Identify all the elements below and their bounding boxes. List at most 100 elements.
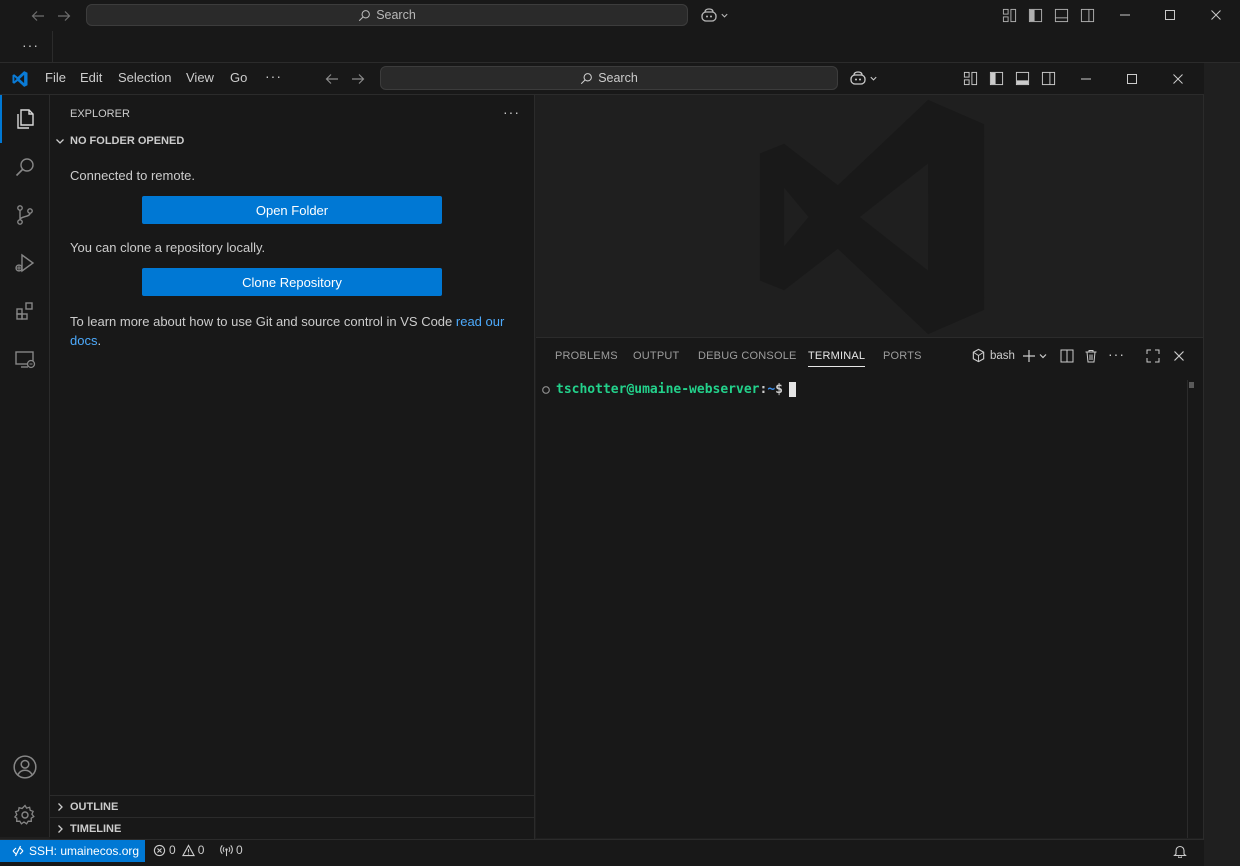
warning-icon [181, 843, 195, 856]
outer-toggle-sidebar-icon[interactable] [1028, 8, 1043, 23]
menu-go[interactable]: Go [230, 70, 247, 85]
back-arrow-icon[interactable] [324, 71, 340, 87]
timeline-section-header[interactable]: TIMELINE [50, 817, 534, 839]
prompt-user-host: tschotter@umaine-webserver [556, 382, 760, 397]
outer-close-icon[interactable] [1209, 8, 1223, 22]
panel-more-button[interactable]: ··· [1108, 346, 1125, 362]
tab-problems[interactable]: PROBLEMS [555, 350, 618, 362]
prompt-symbol: $ [775, 382, 783, 397]
maximize-icon[interactable] [1125, 72, 1139, 86]
vscode-watermark-logo-icon [750, 95, 994, 337]
tab-ports[interactable]: PORTS [883, 350, 922, 362]
clone-repository-button[interactable]: Clone Repository [142, 268, 442, 296]
maximize-panel-icon[interactable] [1146, 349, 1160, 363]
learn-more-period: . [97, 333, 102, 348]
explorer-title: EXPLORER [70, 108, 130, 120]
outer-toggle-secondary-sidebar-icon[interactable] [1080, 8, 1095, 23]
customize-layout-icon[interactable] [963, 71, 978, 86]
remote-label: SSH: umainecos.org [29, 844, 140, 858]
notifications-bell-icon[interactable] [1173, 844, 1187, 858]
outer-back-arrow-icon[interactable] [30, 8, 46, 24]
remote-icon [12, 845, 24, 857]
activity-bar [0, 95, 50, 837]
menu-selection[interactable]: Selection [118, 70, 171, 85]
toggle-panel-icon[interactable] [1015, 71, 1030, 86]
explorer-more-button[interactable]: ··· [503, 104, 520, 120]
outline-section-title: OUTLINE [70, 800, 119, 813]
forward-arrow-icon[interactable] [350, 71, 366, 87]
outer-more-button[interactable]: ··· [22, 37, 39, 53]
outer-search-box[interactable]: Search [86, 4, 688, 26]
broadcast-icon [220, 844, 233, 856]
terminal-bash-icon [972, 348, 985, 363]
chevron-down-icon [50, 135, 70, 147]
tab-debug-console[interactable]: DEBUG CONSOLE [698, 350, 797, 362]
terminal-instance-selector[interactable]: bash [971, 348, 1015, 363]
outer-minimize-icon[interactable] [1118, 8, 1132, 22]
error-icon [153, 844, 166, 856]
vscode-window: File Edit Selection View Go ··· Search E… [0, 63, 1204, 866]
split-terminal-icon[interactable] [1060, 349, 1074, 363]
ports-count: 0 [236, 843, 243, 857]
prompt-path: ~ [767, 382, 776, 397]
timeline-section-title: TIMELINE [70, 822, 122, 835]
tab-output[interactable]: OUTPUT [633, 350, 679, 362]
account-icon[interactable] [0, 743, 50, 791]
source-control-icon[interactable] [0, 191, 50, 239]
plus-icon [1023, 350, 1035, 362]
menu-more-button[interactable]: ··· [265, 68, 282, 84]
chevron-right-icon [50, 801, 70, 813]
command-center-search[interactable]: Search [380, 66, 838, 90]
clone-text: You can clone a repository locally. [70, 240, 266, 255]
menu-view[interactable]: View [186, 70, 214, 85]
prompt-colon: : [759, 382, 768, 397]
outer-copilot-icon[interactable] [700, 7, 729, 23]
outer-window-strip: ··· [0, 31, 1240, 63]
problems-status[interactable]: 0 0 [153, 843, 204, 857]
read-our-docs-link[interactable]: read our [456, 314, 504, 329]
terminal-cursor [788, 382, 796, 397]
run-debug-icon[interactable] [0, 239, 50, 287]
terminal-scrollbar-thumb[interactable] [1189, 382, 1194, 388]
explorer-files-icon[interactable] [0, 95, 50, 143]
new-terminal-button[interactable] [1022, 349, 1048, 363]
close-panel-icon[interactable] [1172, 349, 1186, 363]
terminal-prompt-line[interactable]: tschotter@umaine-webserver: ~ $ [541, 382, 796, 397]
close-icon[interactable] [1171, 72, 1185, 86]
extensions-icon[interactable] [0, 287, 50, 335]
outer-toggle-panel-icon[interactable] [1054, 8, 1069, 23]
terminal-scrollbar-track [1187, 380, 1188, 838]
outer-forward-arrow-icon[interactable] [56, 8, 72, 24]
command-decoration-circle-icon [542, 385, 550, 394]
docs-link[interactable]: docs [70, 333, 97, 348]
menu-edit[interactable]: Edit [80, 70, 102, 85]
kill-terminal-trash-icon[interactable] [1084, 349, 1098, 363]
outer-divider [52, 31, 53, 63]
title-bar: File Edit Selection View Go ··· Search [0, 63, 1204, 95]
tab-terminal[interactable]: TERMINAL [808, 350, 866, 367]
outline-section-header[interactable]: OUTLINE [50, 795, 534, 817]
remote-indicator[interactable]: SSH: umainecos.org [0, 840, 145, 862]
menu-file[interactable]: File [45, 70, 66, 85]
forwarded-ports-status[interactable]: 0 [220, 843, 243, 857]
command-center-label: Search [598, 71, 638, 85]
learn-more-text: To learn more about how to use Git and s… [70, 312, 520, 350]
search-icon [358, 9, 371, 22]
copilot-icon[interactable] [849, 70, 878, 86]
no-folder-section-header[interactable]: NO FOLDER OPENED [50, 130, 534, 152]
explorer-sidebar: EXPLORER ··· NO FOLDER OPENED Connected … [50, 95, 535, 839]
minimize-icon[interactable] [1079, 72, 1093, 86]
remote-explorer-icon[interactable] [0, 335, 50, 383]
outer-customize-layout-icon[interactable] [1002, 8, 1017, 23]
outer-search-label: Search [376, 8, 416, 22]
chevron-down-icon [1039, 354, 1047, 359]
editor-area [536, 95, 1203, 337]
chevron-right-icon [50, 823, 70, 835]
settings-gear-icon[interactable] [0, 791, 50, 839]
outer-maximize-icon[interactable] [1163, 8, 1177, 22]
search-icon[interactable] [0, 143, 50, 191]
toggle-secondary-sidebar-icon[interactable] [1041, 71, 1056, 86]
connected-text: Connected to remote. [70, 168, 196, 183]
open-folder-button[interactable]: Open Folder [142, 196, 442, 224]
toggle-primary-sidebar-icon[interactable] [989, 71, 1004, 86]
